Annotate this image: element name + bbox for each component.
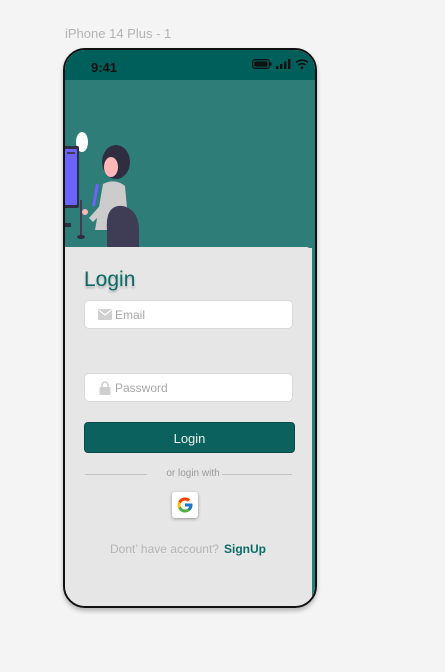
signup-link[interactable]: SignUp	[224, 542, 266, 556]
mail-icon	[97, 308, 113, 322]
signal-icon	[276, 59, 291, 69]
password-field[interactable]	[84, 373, 293, 402]
hero-banner	[65, 80, 315, 248]
side-accent	[312, 80, 315, 600]
status-bar: 9:41	[65, 50, 315, 80]
frame-label: iPhone 14 Plus - 1	[65, 26, 172, 41]
divider-left	[85, 474, 147, 475]
email-field[interactable]	[84, 300, 293, 329]
login-button[interactable]: Login	[84, 422, 295, 453]
person-at-computer-illustration	[65, 132, 139, 248]
signup-row: Dont’ have account? SignUp	[65, 542, 311, 556]
battery-icon	[252, 59, 272, 69]
phone-frame: 9:41 Login Email Login or login with Don…	[63, 48, 317, 608]
lock-icon	[97, 380, 113, 395]
login-title: Login	[84, 268, 136, 291]
password-input[interactable]	[115, 380, 285, 395]
status-icons	[252, 59, 309, 69]
divider-right	[222, 474, 292, 475]
wifi-icon	[295, 59, 309, 69]
status-time: 9:41	[91, 60, 118, 75]
google-icon	[177, 497, 193, 513]
email-input[interactable]	[115, 307, 285, 322]
google-login-button[interactable]	[172, 492, 198, 518]
signup-prompt: Dont’ have account?	[110, 542, 219, 556]
